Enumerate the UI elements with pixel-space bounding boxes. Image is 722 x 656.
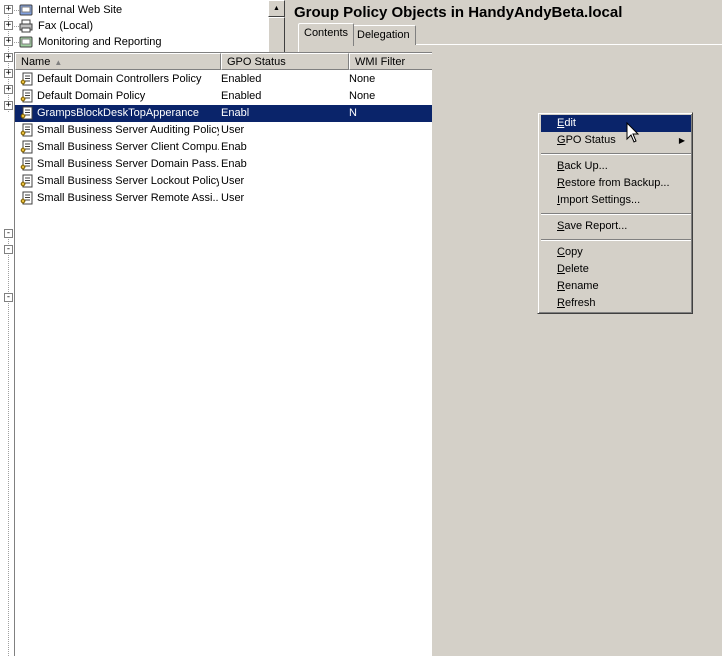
delete-menu-item[interactable]: Delete	[541, 261, 691, 278]
tab-delegation[interactable]: Delegation	[351, 25, 416, 45]
menu-item-label: ave Report...	[564, 220, 628, 232]
gpo-icon	[19, 156, 35, 172]
gpo-name-cell: Small Business Server Auditing Policy	[37, 124, 219, 136]
table-row[interactable]: Default Domain Controllers Policy Enabled…	[15, 71, 432, 88]
web-site-icon	[18, 2, 34, 18]
menu-separator	[541, 153, 691, 155]
collapse-icon[interactable]: -	[4, 229, 13, 238]
gpo-name-cell: Small Business Server Lockout Policy	[37, 175, 219, 187]
menu-item-label: elete	[564, 263, 589, 275]
table-row[interactable]: Small Business Server Domain Pass... Enab	[15, 156, 432, 173]
menu-item-label: dit	[564, 117, 576, 129]
gpo-status-cell: Enabl	[221, 107, 250, 119]
gpo-status-cell: Enab	[221, 141, 247, 153]
expand-icon[interactable]: +	[4, 53, 13, 62]
column-header-name[interactable]: Name ▲	[15, 53, 221, 70]
page-title: Group Policy Objects in HandyAndyBeta.lo…	[294, 4, 623, 21]
gpo-status-cell: Enabled	[221, 73, 262, 85]
expand-icon[interactable]: +	[4, 85, 13, 94]
column-header-label: Name	[21, 56, 51, 68]
gpo-name-cell: Default Domain Policy	[37, 90, 146, 102]
scroll-up-button[interactable]: ▲	[268, 0, 285, 17]
wmi-filter-cell: N	[349, 107, 357, 119]
collapse-icon[interactable]: -	[4, 245, 13, 254]
menu-item-label: mport Settings...	[560, 194, 641, 206]
expand-icon[interactable]: +	[4, 101, 13, 110]
tree-item-label: Monitoring and Reporting	[38, 36, 162, 48]
gpo-name-cell: GrampsBlockDeskTopApperance	[37, 107, 200, 119]
context-menu[interactable]: Edit GPO Status ▶ Back Up... Restore from Ba…	[537, 112, 693, 314]
expand-icon[interactable]: +	[4, 69, 13, 78]
gpo-status-cell: Enabled	[221, 90, 262, 102]
menu-item-label: opy	[564, 246, 583, 258]
menu-item-mnemonic: R	[557, 177, 565, 189]
menu-separator	[541, 239, 691, 241]
gpo-status-menu-item[interactable]: GPO Status ▶	[541, 132, 691, 149]
menu-item-label: PO Status	[565, 134, 616, 146]
menu-item-label: efresh	[564, 297, 596, 309]
gpo-icon	[19, 105, 35, 121]
wmi-filter-cell: None	[349, 73, 376, 85]
mouse-cursor-icon	[626, 122, 640, 143]
gpo-status-cell: User	[221, 124, 245, 136]
gpo-name-cell: Small Business Server Client Compu...	[37, 141, 219, 153]
menu-item-mnemonic: G	[557, 134, 566, 146]
column-header-gpo-status[interactable]: GPO Status	[221, 53, 349, 70]
tree-item-label: Internal Web Site	[38, 4, 123, 16]
import-settings-menu-item[interactable]: Import Settings...	[541, 192, 691, 209]
expand-icon[interactable]: +	[4, 5, 13, 14]
fax-icon	[18, 18, 34, 34]
gpo-name-cell: Small Business Server Remote Assi...	[37, 192, 219, 204]
back-up-menu-item[interactable]: Back Up...	[541, 158, 691, 175]
tab-contents[interactable]: Contents	[298, 23, 355, 46]
tree-item-label: Fax (Local)	[38, 20, 94, 32]
monitoring-icon	[18, 34, 34, 50]
menu-item-mnemonic: R	[557, 280, 565, 292]
refresh-menu-item[interactable]: Refresh	[541, 295, 691, 312]
menu-item-mnemonic: C	[557, 246, 565, 258]
gpo-name-cell: Default Domain Controllers Policy	[37, 73, 202, 85]
edit-menu-item[interactable]: Edit	[541, 115, 691, 132]
menu-item-mnemonic: D	[557, 263, 565, 275]
gpo-icon	[19, 71, 35, 87]
rename-menu-item[interactable]: Rename	[541, 278, 691, 295]
menu-item-label: ename	[564, 280, 599, 292]
gpo-status-cell: User	[221, 175, 245, 187]
gpo-name-cell: Small Business Server Domain Pass...	[37, 158, 219, 170]
column-header-wmi-filter[interactable]: WMI Filter	[349, 53, 432, 70]
table-row[interactable]: Small Business Server Remote Assi... User	[15, 190, 432, 207]
gpo-icon	[19, 190, 35, 206]
submenu-arrow-icon: ▶	[678, 136, 685, 145]
expand-icon[interactable]: +	[4, 21, 13, 30]
gpo-list[interactable]: Name ▲ GPO Status WMI Filter Default Doma…	[14, 52, 432, 656]
menu-item-label: estore from Backup...	[564, 177, 670, 189]
menu-item-label: ack Up...	[564, 160, 608, 172]
gpo-icon	[19, 88, 35, 104]
sort-ascending-icon: ▲	[54, 58, 63, 67]
table-row[interactable]: Small Business Server Client Compu... Ena…	[15, 139, 432, 156]
gpo-icon	[19, 173, 35, 189]
copy-menu-item[interactable]: Copy	[541, 244, 691, 261]
collapse-icon[interactable]: -	[4, 293, 13, 302]
save-report-menu-item[interactable]: Save Report...	[541, 218, 691, 235]
menu-separator	[541, 213, 691, 215]
gpo-status-cell: Enab	[221, 158, 247, 170]
menu-item-mnemonic: R	[557, 297, 565, 309]
table-row[interactable]: GrampsBlockDeskTopApperance Enabl N	[15, 105, 432, 122]
table-row[interactable]: Default Domain Policy Enabled None	[15, 88, 432, 105]
wmi-filter-cell: None	[349, 90, 376, 102]
table-row[interactable]: Small Business Server Lockout Policy User	[15, 173, 432, 190]
gpo-status-cell: User	[221, 192, 245, 204]
restore-from-backup-menu-item[interactable]: Restore from Backup...	[541, 175, 691, 192]
gpo-icon	[19, 139, 35, 155]
table-row[interactable]: Small Business Server Auditing Policy Use…	[15, 122, 432, 139]
expand-icon[interactable]: +	[4, 37, 13, 46]
gpo-icon	[19, 122, 35, 138]
